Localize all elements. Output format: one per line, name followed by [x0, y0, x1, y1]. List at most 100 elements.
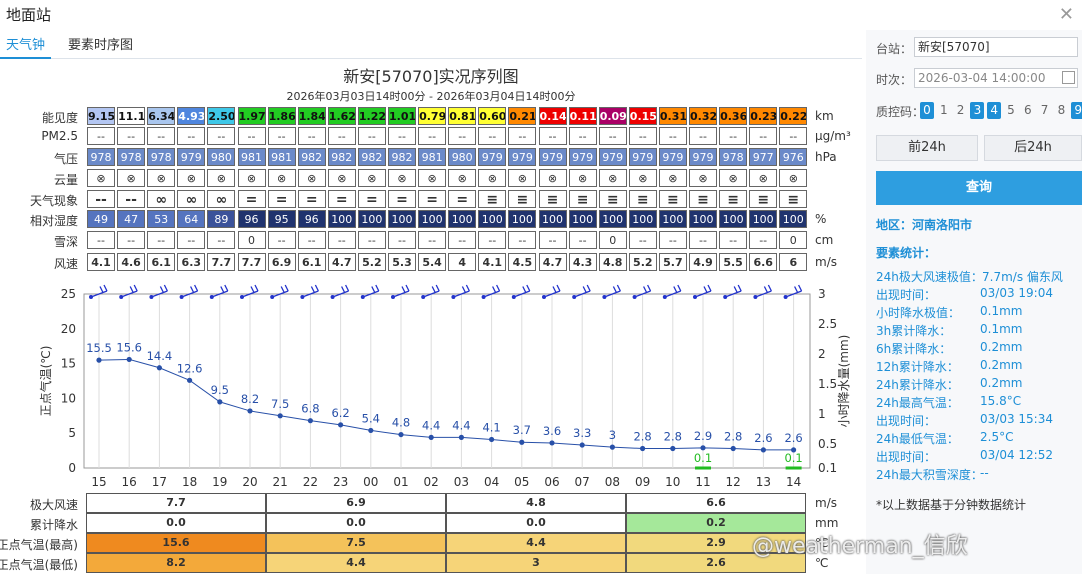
cell-pm: -- — [658, 127, 687, 145]
cell-pm: -- — [779, 127, 808, 145]
wind-barb-dot — [753, 295, 758, 299]
cell-pm: -- — [719, 127, 748, 145]
prev-24h-button[interactable]: 前24h — [876, 135, 978, 161]
temperature-point — [609, 444, 616, 450]
qc-code-1[interactable]: 1 — [937, 102, 951, 119]
cell-pm: -- — [448, 127, 477, 145]
temperature-label: 4.1 — [482, 420, 500, 434]
temperature-point — [398, 431, 404, 438]
stat-value: 0.2mm — [980, 376, 1023, 390]
cell-pres: 979 — [689, 148, 717, 166]
footnote: *以上数据基于分钟数据统计 — [876, 498, 1027, 512]
wind-barb-icon — [785, 284, 803, 298]
cell-wx: ≡ — [538, 190, 567, 208]
cell-wind: 7.7 — [237, 253, 266, 271]
qc-code-7[interactable]: 7 — [1038, 102, 1052, 119]
temperature-chart: 15 16 17 18 19 20 21 22 23 00 01 02 03 04 05 06 07 08 09 10… — [38, 284, 851, 489]
wind-barb-icon — [302, 284, 319, 298]
cell-snow: -- — [749, 231, 778, 249]
cell-vis: 1.62 — [327, 107, 356, 125]
cell-rh: 96 — [237, 210, 266, 228]
cell-vis: 0.15 — [628, 107, 657, 125]
cell-pres: 981 — [237, 148, 266, 166]
wind-barb-icon — [513, 284, 531, 298]
temperature-label: 3.7 — [513, 423, 531, 437]
wind-barb-icon — [604, 284, 621, 298]
qc-code-5[interactable]: 5 — [1004, 102, 1018, 119]
next-24h-button[interactable]: 后24h — [984, 135, 1082, 161]
qc-code-8[interactable]: 8 — [1054, 102, 1068, 119]
cell-cloud: ⊗ — [267, 169, 296, 187]
cell-snow: -- — [117, 231, 146, 249]
qc-code-6[interactable]: 6 — [1021, 102, 1035, 119]
row-unit-wind: m/s — [815, 255, 837, 269]
temperature-point — [579, 442, 585, 448]
wind-barb-icon — [332, 284, 350, 298]
wind-barb-icon — [483, 284, 501, 298]
cell-wind: 4.7 — [327, 253, 356, 271]
row-label-wx: 天气现象 — [29, 194, 78, 208]
stat-label: 6h累计降水： — [876, 342, 952, 356]
cell-snow: -- — [87, 231, 115, 249]
cell-snow: -- — [357, 231, 386, 249]
cell-cloud: ⊗ — [388, 169, 416, 187]
cell-cloud: ⊗ — [658, 169, 687, 187]
cell-pres: 979 — [568, 148, 597, 166]
stats-title: 要素统计： — [876, 246, 937, 260]
cell-vis: 9.15 — [87, 107, 115, 125]
close-icon[interactable]: ✕ — [1059, 4, 1074, 25]
summary-cell: 15.6 — [86, 533, 266, 553]
cell-pm: -- — [478, 127, 507, 145]
temperature-label: 3 — [609, 428, 616, 442]
y2-tick-label: 3 — [818, 287, 826, 301]
temperature-label: 8.2 — [241, 392, 259, 406]
cell-snow: -- — [658, 231, 687, 249]
cell-wind: 6.6 — [749, 253, 778, 271]
tab-element-series[interactable]: 要素时序图 — [62, 36, 139, 59]
temperature-point — [247, 408, 253, 414]
cell-wx: = — [448, 190, 477, 208]
qc-code-3[interactable]: 3 — [970, 102, 985, 119]
cell-snow: -- — [207, 231, 236, 249]
stat-value: 0.2mm — [980, 358, 1023, 372]
cell-snow: -- — [448, 231, 477, 249]
tab-weather-clock[interactable]: 天气钟 — [0, 36, 52, 59]
cell-pm: -- — [147, 127, 176, 145]
stat-value: 0.2mm — [980, 340, 1023, 354]
cell-rh: 100 — [388, 210, 416, 228]
cell-pres: 980 — [448, 148, 477, 166]
qc-code-0[interactable]: 0 — [920, 102, 934, 119]
temperature-label: 3.6 — [543, 424, 561, 438]
row-unit-pm: μg/m³ — [815, 129, 851, 143]
calendar-icon[interactable] — [1062, 71, 1075, 84]
cell-vis: 0.14 — [538, 107, 567, 125]
summary-cell: 4.4 — [446, 533, 626, 553]
window-title: 地面站 — [6, 6, 52, 24]
temperature-point — [519, 439, 525, 445]
plot-frame — [83, 293, 811, 469]
qc-code-2[interactable]: 2 — [954, 102, 968, 119]
summary-row-unit: m/s — [815, 496, 837, 510]
cell-pm: -- — [568, 127, 597, 145]
cell-rh: 100 — [658, 210, 687, 228]
qc-code-4[interactable]: 4 — [987, 102, 1002, 119]
cell-pm: -- — [237, 127, 266, 145]
station-field[interactable]: 新安[57070] — [914, 37, 1078, 57]
wind-barb-icon — [392, 284, 410, 298]
cell-pres: 978 — [147, 148, 176, 166]
cell-cloud: ⊗ — [568, 169, 597, 187]
cell-pm: -- — [117, 127, 146, 145]
wind-barb-dot — [360, 295, 365, 299]
cell-pm: -- — [297, 127, 326, 145]
stat-value: 0.1mm — [980, 304, 1023, 318]
query-button[interactable]: 查询 — [876, 171, 1082, 205]
qc-code-9[interactable]: 9 — [1071, 102, 1082, 119]
cell-wind: 5.3 — [388, 253, 416, 271]
cell-rh: 100 — [719, 210, 748, 228]
cell-snow: 0 — [598, 231, 627, 249]
wind-barb-dot — [391, 295, 395, 299]
time-field[interactable]: 2026-03-04 14:00:00 — [914, 68, 1078, 88]
y-tick-label: 15 — [61, 357, 76, 371]
cell-cloud: ⊗ — [719, 169, 748, 187]
cell-vis: 0.09 — [598, 107, 627, 125]
